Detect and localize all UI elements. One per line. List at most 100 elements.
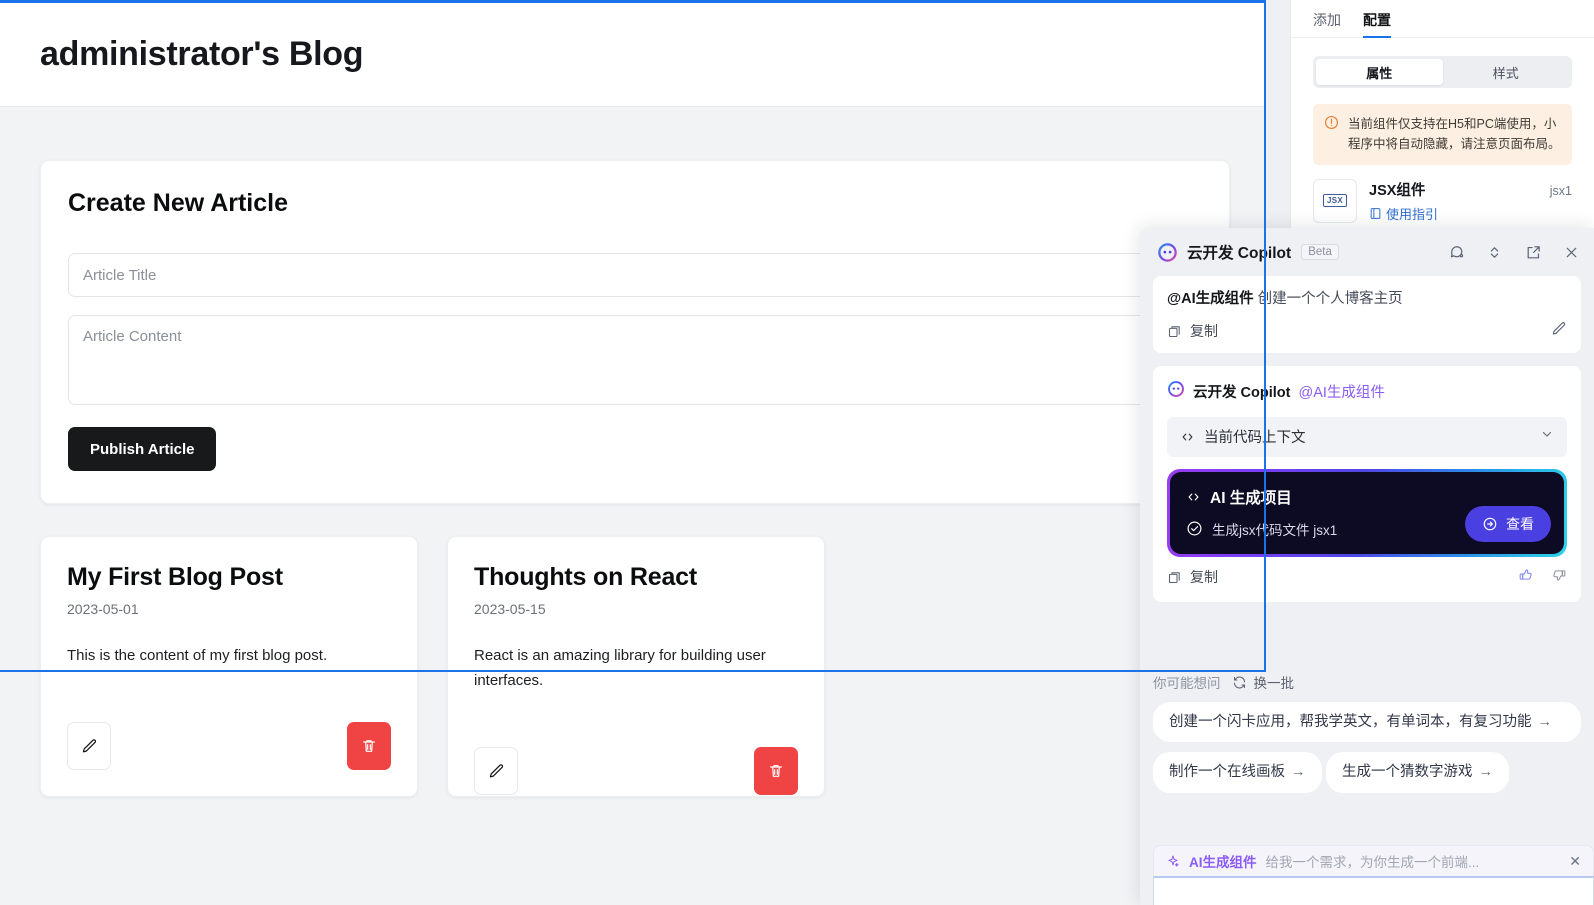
component-name: JSX组件 xyxy=(1369,182,1426,199)
post-edit-button[interactable] xyxy=(474,747,518,795)
segment-properties[interactable]: 属性 xyxy=(1316,59,1443,85)
tab-add[interactable]: 添加 xyxy=(1313,10,1341,37)
post-body: React is an amazing library for building… xyxy=(474,647,766,689)
refresh-suggestions-button[interactable]: 换一批 xyxy=(1232,672,1295,692)
post-date: 2023-05-15 xyxy=(474,601,546,617)
thumbs-down-icon[interactable] xyxy=(1551,567,1567,588)
component-thumbnail: JSX xyxy=(1313,178,1357,223)
ai-project-title: AI 生成项目 xyxy=(1210,489,1292,507)
create-article-card: Create New Article Publish Article xyxy=(40,160,1230,504)
component-id: jsx1 xyxy=(1549,183,1572,198)
suggestion-text: 创建一个闪卡应用，帮我学英文，有单词本，有复习功能 xyxy=(1169,714,1532,730)
assistant-header: 云开发 Copilot @AI生成组件 xyxy=(1167,380,1567,403)
posts-list: My First Blog Post 2023-05-01 This is th… xyxy=(40,536,825,797)
copy-button[interactable]: 复制 xyxy=(1167,567,1218,587)
article-content-textarea[interactable] xyxy=(68,315,1205,405)
assistant-mention: @AI生成组件 xyxy=(1298,384,1385,401)
suggestion-text: 制作一个在线画板 xyxy=(1169,764,1285,781)
arrow-right-glyph: → xyxy=(1537,714,1553,730)
copy-icon xyxy=(1168,572,1180,583)
assistant-message: 云开发 Copilot @AI生成组件 当前代码上下文 AI 生成项目 生成js… xyxy=(1153,365,1581,602)
arrow-right-circle-icon xyxy=(1483,517,1497,531)
trash-icon xyxy=(770,765,782,777)
warning-text: 当前组件仅支持在H5和PC端使用，小程序中将自动隐藏，请注意页面布局。 xyxy=(1348,117,1561,152)
close-icon[interactable] xyxy=(1563,244,1580,261)
tab-config[interactable]: 配置 xyxy=(1363,10,1391,38)
post-body: This is the content of my first blog pos… xyxy=(67,647,328,664)
code-context-bar[interactable]: 当前代码上下文 xyxy=(1167,416,1567,457)
suggestion-chip[interactable]: 制作一个在线画板 → xyxy=(1153,752,1322,793)
suggestions-header: 你可能想问 换一批 xyxy=(1153,672,1581,692)
jsx-badge: JSX xyxy=(1322,194,1348,207)
code-tag-icon xyxy=(1188,493,1199,501)
post-date: 2023-05-01 xyxy=(67,601,139,617)
check-circle-icon xyxy=(1187,521,1202,536)
composer: AI生成组件 给我一个需求，为你生成一个前端... ✕ xyxy=(1140,845,1594,905)
assistant-name: 云开发 Copilot xyxy=(1193,384,1291,401)
usage-guide-label: 使用指引 xyxy=(1386,206,1439,222)
post-delete-button[interactable] xyxy=(754,747,798,795)
post-card: Thoughts on React 2023-05-15 React is an… xyxy=(447,536,825,797)
copilot-logo-icon xyxy=(1167,380,1185,403)
page-title: administrator's Blog xyxy=(40,35,364,73)
user-message: @AI生成组件 创建一个个人博客主页 复制 xyxy=(1153,276,1581,353)
composer-input[interactable] xyxy=(1153,876,1594,905)
copy-icon xyxy=(1168,326,1180,337)
post-actions xyxy=(67,722,391,770)
user-message-mention: @AI生成组件 xyxy=(1167,291,1254,307)
suggestion-chip[interactable]: 创建一个闪卡应用，帮我学英文，有单词本，有复习功能 → xyxy=(1153,702,1581,743)
assistant-message-tools: 复制 xyxy=(1167,567,1567,588)
user-message-tools: 复制 xyxy=(1167,321,1567,342)
post-actions xyxy=(474,747,798,795)
copilot-logo-icon xyxy=(1157,242,1178,263)
publish-article-button[interactable]: Publish Article xyxy=(68,427,217,471)
copy-label: 复制 xyxy=(1190,569,1218,586)
arrow-right-glyph: → xyxy=(1291,764,1306,781)
view-project-button[interactable]: 查看 xyxy=(1465,505,1551,542)
blog-header: administrator's Blog xyxy=(0,3,1266,107)
usage-guide-link[interactable]: 使用指引 xyxy=(1369,204,1572,223)
ai-generated-project-card[interactable]: AI 生成项目 生成jsx代码文件 jsx1 查看 xyxy=(1167,468,1567,557)
blog-body: Create New Article Publish Article My Fi… xyxy=(0,108,1266,905)
property-style-segment: 属性 样式 xyxy=(1313,56,1572,88)
code-context-label: 当前代码上下文 xyxy=(1204,430,1306,447)
preview-canvas: administrator's Blog Create New Article … xyxy=(0,0,1266,905)
copilot-conversation[interactable]: @AI生成组件 创建一个个人博客主页 复制 云开发 Copilot @AI生成组… xyxy=(1140,276,1594,674)
copilot-panel: 云开发 Copilot Beta @AI生成组件 创建一个个人博客主页 复制 云… xyxy=(1140,228,1594,905)
open-external-icon[interactable] xyxy=(1525,244,1542,261)
user-message-text: 创建一个个人博客主页 xyxy=(1257,291,1403,307)
edit-message-button[interactable] xyxy=(1551,321,1567,342)
suggestions-section: 你可能想问 换一批 创建一个闪卡应用，帮我学英文，有单词本，有复习功能 → 制作一… xyxy=(1140,672,1594,793)
expand-collapse-icon[interactable] xyxy=(1487,244,1504,261)
sparkle-icon xyxy=(1168,855,1179,867)
ai-project-title-row: AI 生成项目 xyxy=(1186,486,1548,508)
refresh-label: 换一批 xyxy=(1253,676,1295,691)
composer-tag-name: AI生成组件 xyxy=(1189,855,1257,870)
component-meta: JSX组件 jsx1 使用指引 xyxy=(1369,179,1572,223)
close-icon[interactable]: ✕ xyxy=(1569,853,1581,870)
code-tag-icon xyxy=(1182,433,1193,441)
selected-component-card[interactable]: JSX JSX组件 jsx1 使用指引 xyxy=(1313,178,1572,223)
ai-project-status-text: 生成jsx代码文件 jsx1 xyxy=(1212,522,1338,538)
post-title: Thoughts on React xyxy=(474,563,697,591)
composer-mode-tag: AI生成组件 给我一个需求，为你生成一个前端... ✕ xyxy=(1153,845,1594,876)
pencil-icon xyxy=(82,738,96,752)
thumbs-up-icon[interactable] xyxy=(1518,567,1534,588)
ai-project-inner: AI 生成项目 生成jsx代码文件 jsx1 查看 xyxy=(1170,471,1564,554)
refresh-icon xyxy=(1233,676,1245,688)
chat-history-icon[interactable] xyxy=(1449,244,1466,261)
post-card: My First Blog Post 2023-05-01 This is th… xyxy=(40,536,418,797)
suggestions-label: 你可能想问 xyxy=(1153,676,1221,691)
book-icon xyxy=(1370,207,1381,219)
warning-circle-icon xyxy=(1324,115,1339,155)
post-delete-button[interactable] xyxy=(347,722,391,770)
component-warning-banner: 当前组件仅支持在H5和PC端使用，小程序中将自动隐藏，请注意页面布局。 xyxy=(1313,104,1572,165)
post-edit-button[interactable] xyxy=(67,722,111,770)
segment-styles[interactable]: 样式 xyxy=(1443,59,1570,85)
copilot-title: 云开发 Copilot xyxy=(1187,245,1292,262)
article-title-input[interactable] xyxy=(68,253,1205,297)
arrow-right-glyph: → xyxy=(1478,764,1493,781)
suggestion-chip[interactable]: 生成一个猜数字游戏 → xyxy=(1325,752,1509,793)
copy-button[interactable]: 复制 xyxy=(1167,321,1218,341)
post-title: My First Blog Post xyxy=(67,563,283,591)
